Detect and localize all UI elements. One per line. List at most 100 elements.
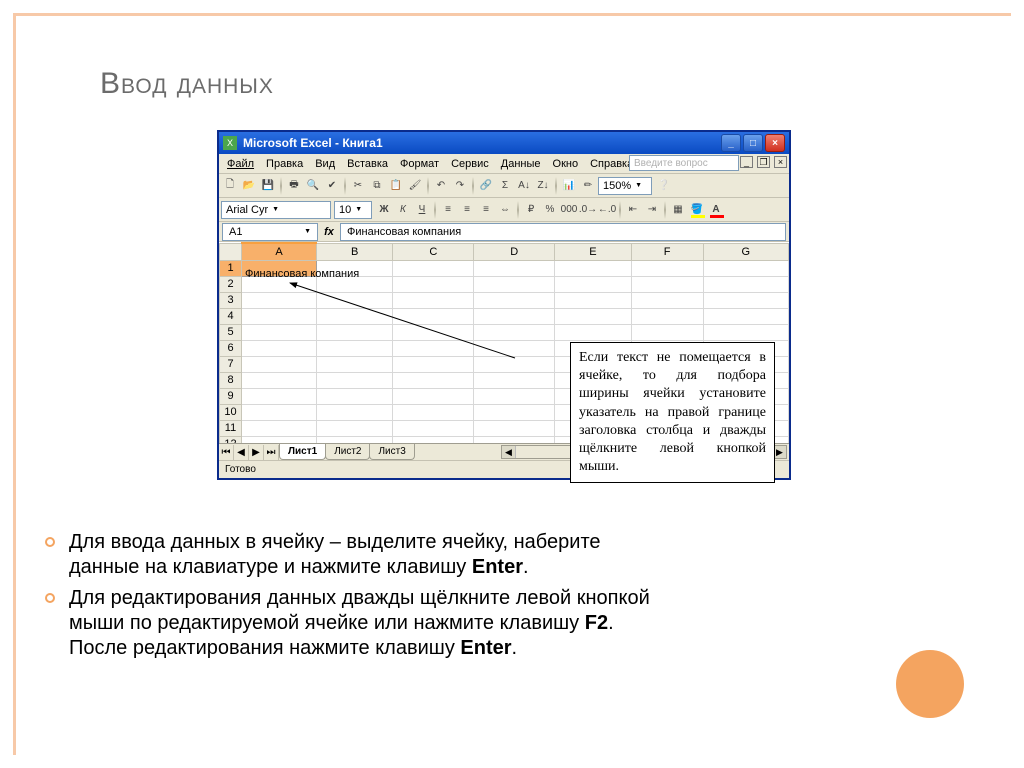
name-box[interactable]: A1▼: [222, 223, 318, 241]
grid-cell[interactable]: [703, 260, 788, 276]
copy-icon[interactable]: ⧉: [368, 177, 386, 195]
menu-file[interactable]: Файл: [221, 156, 260, 172]
column-header[interactable]: G: [703, 243, 788, 260]
menu-insert[interactable]: Вставка: [341, 156, 394, 172]
grid-cell[interactable]: [317, 340, 393, 356]
grid-cell[interactable]: [393, 308, 474, 324]
grid-cell[interactable]: [631, 292, 703, 308]
grid-cell[interactable]: [631, 308, 703, 324]
grid-cell[interactable]: [317, 388, 393, 404]
open-icon[interactable]: 📂: [240, 177, 258, 195]
undo-icon[interactable]: ↶: [432, 177, 450, 195]
sheet-tab-3[interactable]: Лист3: [369, 444, 414, 460]
grid-cell[interactable]: [474, 356, 555, 372]
menu-data[interactable]: Данные: [495, 156, 547, 172]
row-header[interactable]: 3: [220, 292, 242, 308]
font-color-icon[interactable]: A: [707, 201, 725, 219]
grid-cell[interactable]: [317, 372, 393, 388]
grid-cell[interactable]: [393, 404, 474, 420]
borders-icon[interactable]: ▦: [669, 201, 687, 219]
column-header[interactable]: B: [317, 243, 393, 260]
italic-icon[interactable]: К: [394, 201, 412, 219]
grid-cell[interactable]: [317, 420, 393, 436]
grid-cell[interactable]: [242, 292, 317, 308]
grid-cell[interactable]: [242, 404, 317, 420]
link-icon[interactable]: 🔗: [477, 177, 495, 195]
row-header[interactable]: 8: [220, 372, 242, 388]
menu-edit[interactable]: Правка: [260, 156, 309, 172]
increase-indent-icon[interactable]: ⇥: [643, 201, 661, 219]
sort-desc-icon[interactable]: Z↓: [534, 177, 552, 195]
grid-cell[interactable]: [242, 388, 317, 404]
grid-cell[interactable]: [474, 436, 555, 443]
chart-icon[interactable]: 📊: [560, 177, 578, 195]
grid-cell[interactable]: [393, 436, 474, 443]
grid-cell[interactable]: [555, 276, 631, 292]
menu-tools[interactable]: Сервис: [445, 156, 495, 172]
row-header[interactable]: 6: [220, 340, 242, 356]
help-icon[interactable]: ❔: [655, 177, 673, 195]
percent-icon[interactable]: %: [541, 201, 559, 219]
grid-cell[interactable]: [474, 324, 555, 340]
tab-next-icon[interactable]: ▶: [249, 445, 264, 460]
grid-cell[interactable]: [393, 388, 474, 404]
new-icon[interactable]: 🗋: [221, 177, 239, 195]
grid-cell[interactable]: [242, 308, 317, 324]
close-button[interactable]: ×: [765, 134, 785, 152]
grid-cell[interactable]: [317, 308, 393, 324]
grid-cell[interactable]: [631, 260, 703, 276]
fx-icon[interactable]: fx: [318, 226, 340, 238]
increase-decimal-icon[interactable]: .0→: [579, 201, 597, 219]
row-header[interactable]: 9: [220, 388, 242, 404]
menu-view[interactable]: Вид: [309, 156, 341, 172]
spell-icon[interactable]: ✔: [323, 177, 341, 195]
grid-cell[interactable]: [317, 324, 393, 340]
grid-cell[interactable]: [474, 388, 555, 404]
grid-cell[interactable]: [393, 420, 474, 436]
grid-cell[interactable]: [317, 292, 393, 308]
menu-window[interactable]: Окно: [547, 156, 585, 172]
mdi-restore-button[interactable]: ❐: [757, 156, 770, 168]
grid-cell[interactable]: [242, 324, 317, 340]
grid-cell[interactable]: [631, 276, 703, 292]
row-header[interactable]: 10: [220, 404, 242, 420]
grid-cell[interactable]: [393, 356, 474, 372]
grid-cell[interactable]: [555, 308, 631, 324]
grid-cell[interactable]: [393, 292, 474, 308]
grid-cell[interactable]: [317, 356, 393, 372]
column-header[interactable]: F: [631, 243, 703, 260]
tab-first-icon[interactable]: ⏮: [219, 445, 234, 460]
align-left-icon[interactable]: ≡: [439, 201, 457, 219]
decrease-indent-icon[interactable]: ⇤: [624, 201, 642, 219]
column-header[interactable]: E: [555, 243, 631, 260]
formula-bar[interactable]: Финансовая компания: [340, 223, 786, 241]
grid-cell[interactable]: [555, 292, 631, 308]
column-header[interactable]: D: [474, 243, 555, 260]
grid-cell[interactable]: [474, 420, 555, 436]
grid-cell[interactable]: [317, 404, 393, 420]
grid-cell[interactable]: [555, 260, 631, 276]
row-header[interactable]: 5: [220, 324, 242, 340]
fill-color-icon[interactable]: 🪣: [688, 201, 706, 219]
row-header[interactable]: 2: [220, 276, 242, 292]
minimize-button[interactable]: _: [721, 134, 741, 152]
ask-question-box[interactable]: Введите вопрос: [629, 155, 739, 171]
align-right-icon[interactable]: ≡: [477, 201, 495, 219]
decrease-decimal-icon[interactable]: ←.0: [598, 201, 616, 219]
comma-icon[interactable]: 000: [560, 201, 578, 219]
row-header[interactable]: 11: [220, 420, 242, 436]
bold-icon[interactable]: Ж: [375, 201, 393, 219]
grid-cell[interactable]: [703, 324, 788, 340]
grid-cell[interactable]: Финансовая компания: [242, 260, 317, 276]
grid-cell[interactable]: [317, 436, 393, 443]
align-center-icon[interactable]: ≡: [458, 201, 476, 219]
underline-icon[interactable]: Ч: [413, 201, 431, 219]
grid-cell[interactable]: [474, 340, 555, 356]
drawing-icon[interactable]: ✏: [579, 177, 597, 195]
menu-format[interactable]: Формат: [394, 156, 445, 172]
autosum-icon[interactable]: Σ: [496, 177, 514, 195]
mdi-minimize-button[interactable]: _: [740, 156, 753, 168]
tab-prev-icon[interactable]: ◀: [234, 445, 249, 460]
zoom-combo[interactable]: 150%▼: [598, 177, 652, 195]
grid-cell[interactable]: [474, 372, 555, 388]
